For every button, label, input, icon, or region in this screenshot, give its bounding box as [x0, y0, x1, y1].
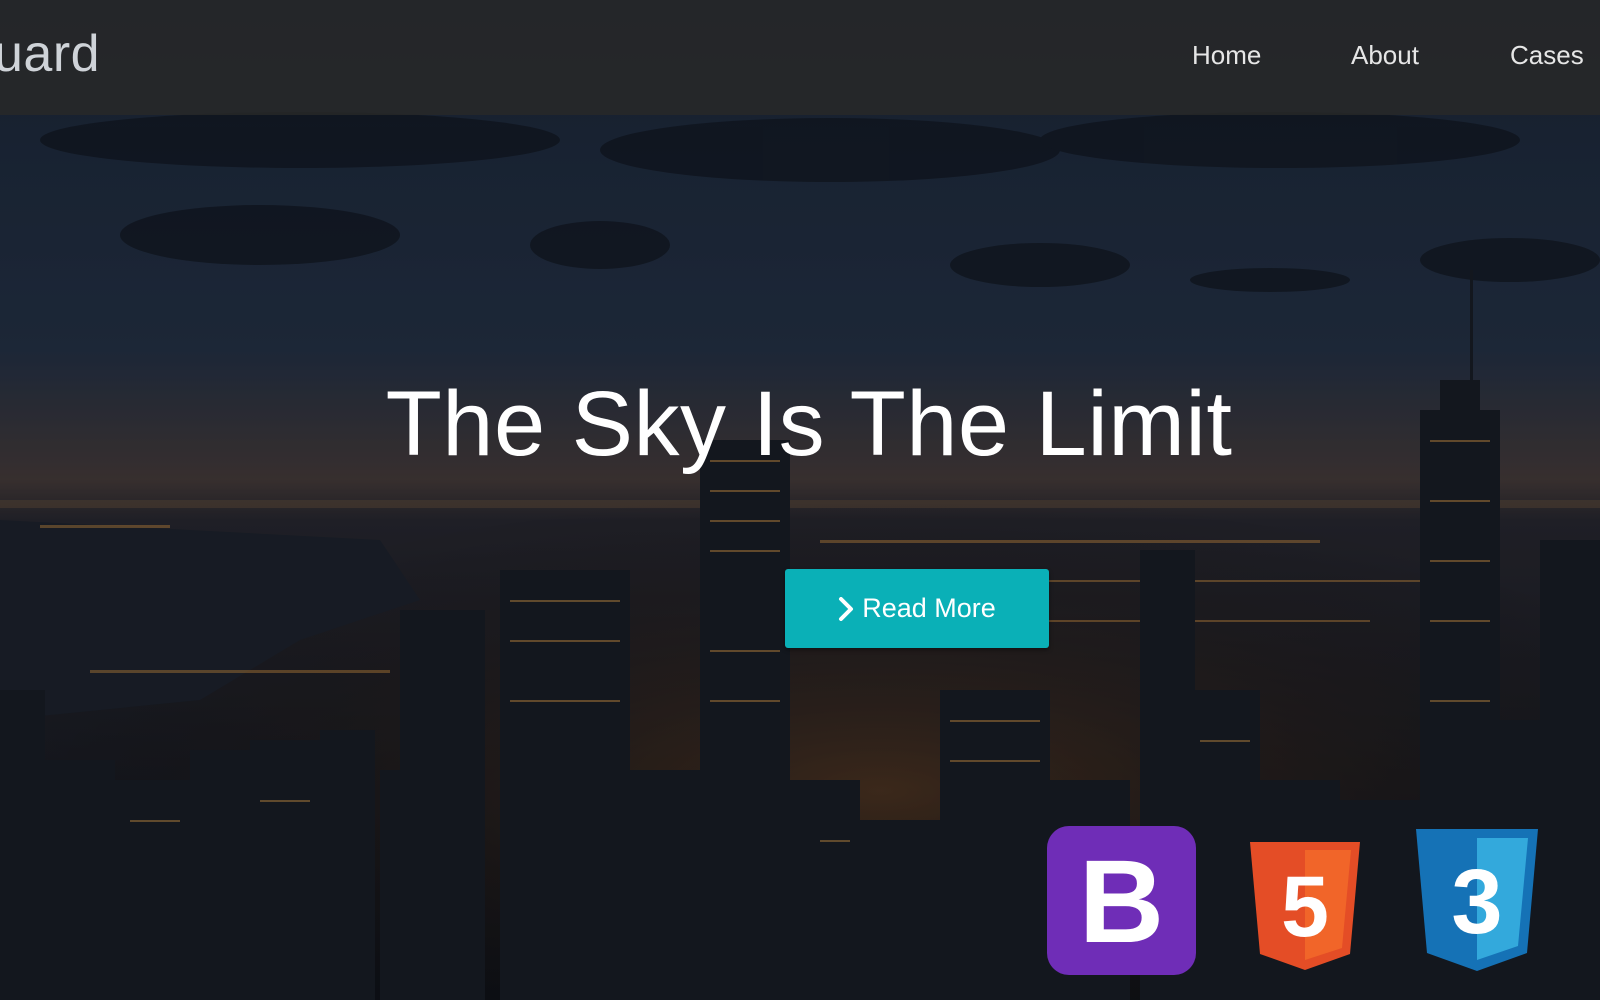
navbar: uard Home About Cases	[0, 0, 1600, 115]
hero-headline: The Sky Is The Limit	[385, 373, 1233, 475]
city-skyline-background	[0, 0, 1600, 1000]
nav-link-about[interactable]: About	[1351, 40, 1419, 71]
html5-logo-number: 5	[1281, 859, 1329, 955]
read-more-label: Read More	[862, 593, 996, 623]
nav-link-home[interactable]: Home	[1192, 40, 1261, 71]
hero-section	[0, 0, 1600, 1000]
bootstrap-logo-icon: B	[1047, 826, 1196, 975]
read-more-button[interactable]: Read More	[785, 569, 1049, 648]
bootstrap-logo-letter: B	[1079, 836, 1164, 968]
nav-link-cases[interactable]: Cases	[1510, 40, 1584, 71]
html5-logo-icon: 5	[1250, 842, 1360, 970]
css3-logo-number: 3	[1451, 851, 1502, 953]
brand-logo-text[interactable]: uard	[0, 24, 100, 84]
css3-logo-icon: 3	[1416, 829, 1538, 971]
chevron-right-icon	[838, 596, 854, 621]
